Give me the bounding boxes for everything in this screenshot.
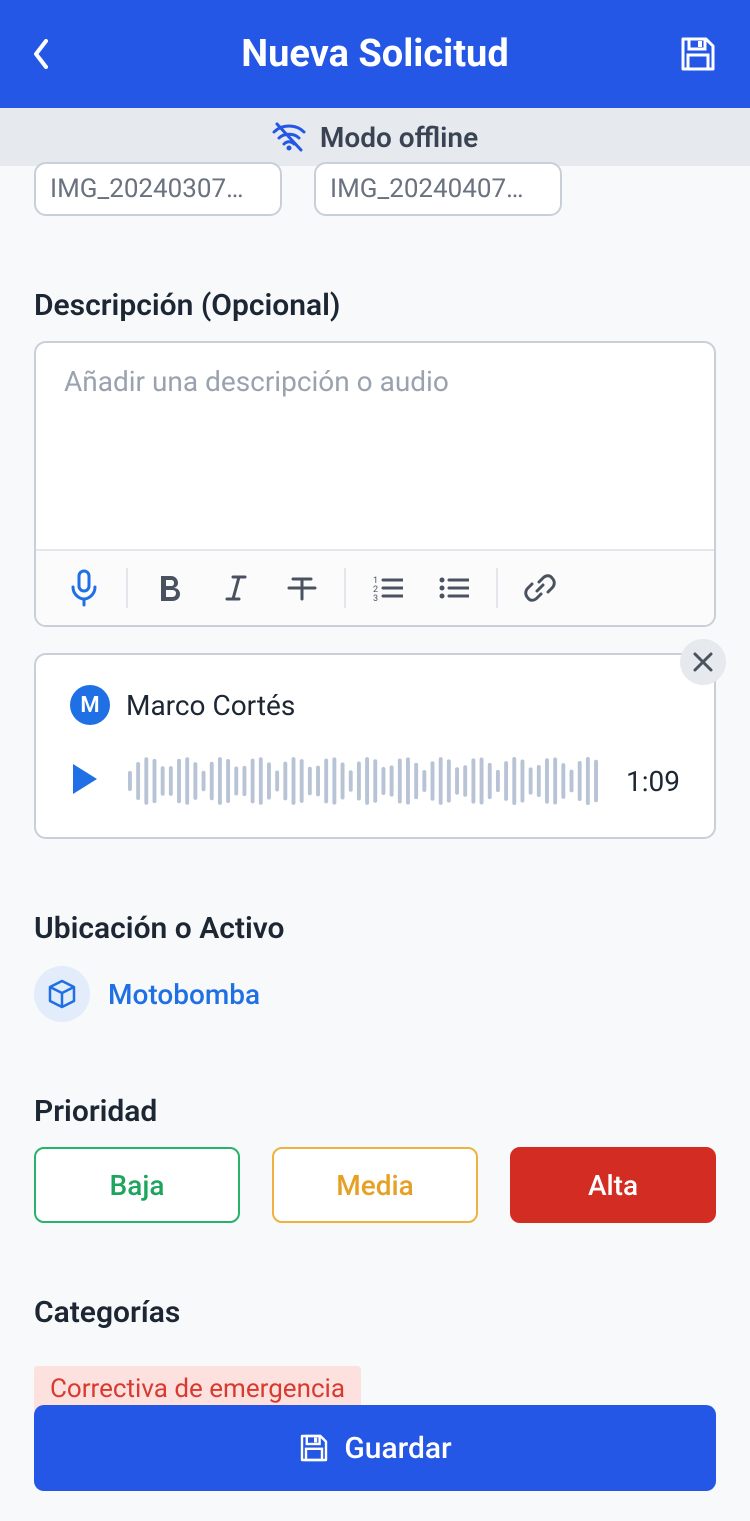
- editor-toolbar: 123: [36, 549, 714, 625]
- chevron-left-icon: [32, 39, 50, 69]
- header-save-button[interactable]: [678, 34, 718, 74]
- offline-label: Modo offline: [320, 121, 478, 154]
- attachment-list: IMG_20240307… IMG_20240407…: [34, 162, 716, 216]
- ordered-list-button[interactable]: 123: [358, 560, 418, 616]
- asset-selector[interactable]: Motobomba: [34, 966, 716, 1022]
- location-section-label: Ubicación o Activo: [34, 911, 716, 946]
- back-button[interactable]: [32, 39, 72, 69]
- bold-button[interactable]: [140, 560, 200, 616]
- strikethrough-icon: [287, 573, 317, 603]
- link-button[interactable]: [510, 560, 570, 616]
- wifi-off-icon: [272, 122, 306, 152]
- attachment-chip[interactable]: IMG_20240407…: [314, 162, 562, 216]
- description-editor: Añadir una descripción o audio: [34, 341, 716, 627]
- play-icon: [70, 762, 100, 796]
- description-textarea[interactable]: Añadir una descripción o audio: [36, 343, 714, 549]
- toolbar-divider: [496, 568, 498, 608]
- audio-waveform[interactable]: [128, 751, 598, 811]
- italic-button[interactable]: [206, 560, 266, 616]
- microphone-button[interactable]: [54, 560, 114, 616]
- description-section-label: Descripción (Opcional): [34, 288, 716, 323]
- toolbar-divider: [344, 568, 346, 608]
- priority-section-label: Prioridad: [34, 1094, 716, 1129]
- audio-duration: 1:09: [626, 765, 680, 798]
- save-button[interactable]: Guardar: [34, 1405, 716, 1491]
- priority-low-button[interactable]: Baja: [34, 1147, 240, 1223]
- priority-high-button[interactable]: Alta: [510, 1147, 716, 1223]
- save-icon: [298, 1432, 330, 1464]
- offline-mode-banner: Modo offline: [0, 108, 750, 166]
- bullet-list-button[interactable]: [424, 560, 484, 616]
- save-icon: [678, 34, 718, 74]
- svg-text:3: 3: [373, 594, 378, 601]
- priority-selector: Baja Media Alta: [34, 1147, 716, 1223]
- priority-medium-button[interactable]: Media: [272, 1147, 478, 1223]
- bullet-list-icon: [439, 575, 469, 601]
- toolbar-divider: [126, 568, 128, 608]
- remove-audio-button[interactable]: [680, 639, 726, 685]
- attachment-chip[interactable]: IMG_20240307…: [34, 162, 282, 216]
- ordered-list-icon: 123: [373, 575, 403, 601]
- close-icon: [692, 651, 714, 673]
- link-icon: [524, 572, 556, 604]
- cube-icon: [46, 978, 78, 1010]
- asset-name: Motobomba: [108, 978, 260, 1011]
- audio-author: M Marco Cortés: [70, 685, 680, 725]
- italic-icon: [225, 573, 247, 603]
- page-title: Nueva Solicitud: [72, 32, 678, 76]
- microphone-icon: [69, 569, 99, 607]
- save-button-label: Guardar: [344, 1431, 451, 1466]
- avatar: M: [70, 685, 110, 725]
- categories-section-label: Categorías: [34, 1295, 716, 1330]
- bold-icon: [157, 573, 183, 603]
- strikethrough-button[interactable]: [272, 560, 332, 616]
- description-placeholder: Añadir una descripción o audio: [64, 365, 449, 398]
- audio-author-name: Marco Cortés: [126, 689, 295, 722]
- app-header: Nueva Solicitud: [0, 0, 750, 108]
- play-audio-button[interactable]: [70, 762, 100, 800]
- audio-attachment-card: M Marco Cortés 1:09: [34, 653, 716, 839]
- asset-icon-circle: [34, 966, 90, 1022]
